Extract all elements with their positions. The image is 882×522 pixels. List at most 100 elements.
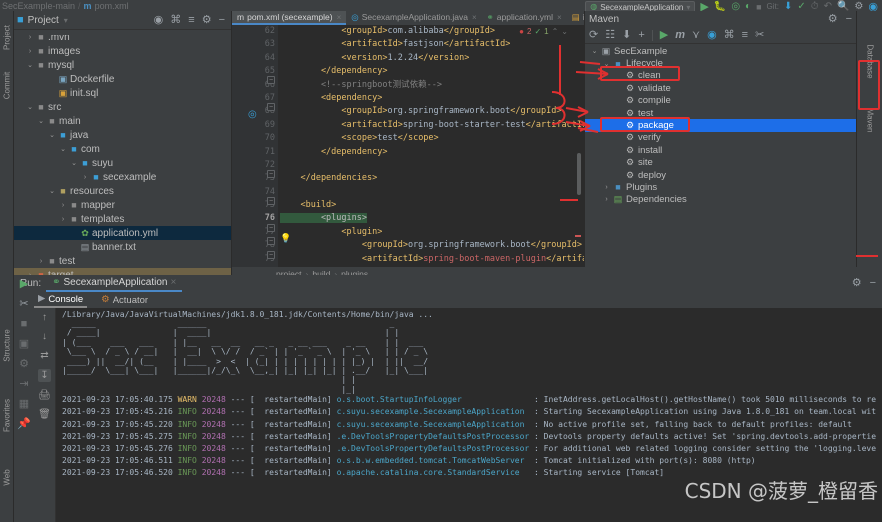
locate-icon[interactable]: ◉ [154,14,164,26]
maven-tree-item-validate[interactable]: ⚙ validate [585,82,856,94]
code-line[interactable]: <scope>test</scope> [278,132,584,145]
add-icon[interactable]: + [638,30,644,41]
wrench-icon[interactable]: ✂ [19,299,28,310]
code-line[interactable]: <build> [278,199,584,212]
maven-tree-item-secexample[interactable]: ⌄ ▣ SecExample [585,45,856,57]
close-icon[interactable]: × [557,13,562,22]
fold-marker[interactable]: − [267,237,275,245]
hide-icon[interactable]: − [846,14,852,25]
print-icon[interactable]: 🖨 [38,390,51,401]
chevron-right-icon[interactable]: › [25,48,35,55]
chevron-down-icon[interactable]: ⌄ [36,117,46,125]
code-line[interactable]: <plugins> [278,212,584,225]
code-line[interactable]: <version>1.2.24</version> [278,52,584,65]
sidebar-tab-project[interactable]: Project [3,17,12,59]
download-sources-icon[interactable]: ⬇ [622,30,631,41]
tab-actuator[interactable]: ⚙ Actuator [97,292,152,308]
project-tree-item-suyu[interactable]: ⌄ ■ suyu [14,156,231,170]
exit-icon[interactable]: ⇥ [19,379,28,390]
editor-tab-application-yml[interactable]: ⚭ application.yml × [482,11,567,25]
toggle-skip-tests-icon[interactable]: ⋎ [692,30,700,41]
project-tree-item-images[interactable]: › ■ images [14,44,231,58]
next-problem-icon[interactable]: ⌄ [561,27,568,36]
run-icon[interactable]: ▶ [660,30,668,41]
code-line[interactable]: <dependency> [278,92,584,105]
scroll-to-end-icon[interactable]: ↧ [38,369,51,382]
sidebar-tab-web[interactable]: Web [3,457,12,499]
chevron-right-icon[interactable]: › [80,174,90,181]
chevron-down-icon[interactable]: ⌄ [25,103,35,111]
chevron-down-icon[interactable]: ▾ [64,16,68,25]
run-icon[interactable]: ▶ [20,279,28,290]
maven-tree-item-deploy[interactable]: ⚙ deploy [585,169,856,181]
soft-wrap-icon[interactable]: ⇄ [40,350,48,361]
chevron-right-icon[interactable]: › [58,202,68,209]
run-tab-secexample-application[interactable]: ⚭ SecexampleApplication × [46,275,183,292]
maven-tree-item-install[interactable]: ⚙ install [585,144,856,156]
maven-tree-item-dependencies[interactable]: › ▤ Dependencies [585,194,856,206]
project-tree-item-mapper[interactable]: › ■ mapper [14,198,231,212]
fold-marker[interactable]: − [267,76,275,84]
sidebar-tab-favorites[interactable]: Favorites [3,395,12,437]
fold-marker[interactable]: − [267,103,275,111]
hide-icon[interactable]: − [219,14,225,26]
fold-marker[interactable]: − [267,251,275,259]
project-tree-item-com[interactable]: ⌄ ■ com [14,142,231,156]
maven-tree-item-plugins[interactable]: › ■ Plugins [585,181,856,193]
hide-icon[interactable]: − [870,278,876,289]
collapse-all-icon[interactable]: ≡ [742,30,748,41]
chevron-down-icon[interactable]: ⌄ [47,187,57,195]
settings-icon[interactable]: ⚙ [852,278,862,289]
project-tree-item-src[interactable]: ⌄ ■ src [14,100,231,114]
project-tree-item-dockerfile[interactable]: ▣ Dockerfile [14,72,231,86]
code-line[interactable]: <artifactId>spring-boot-maven-plugin</ar… [278,253,584,266]
close-icon[interactable]: × [337,13,342,22]
project-tree-item-secexample[interactable]: › ■ secexample [14,170,231,184]
dump-icon[interactable]: ⚙ [19,359,29,370]
close-icon[interactable]: × [472,13,477,22]
add-module-icon[interactable]: ☷ [605,30,615,41]
code-line[interactable]: </dependency> [278,146,584,159]
chevron-down-icon[interactable]: ⌄ [25,61,35,69]
maven-goal-icon[interactable]: m [675,30,685,41]
tab-console[interactable]: ▶ Console [34,292,88,308]
code-line[interactable] [278,159,584,172]
fold-marker[interactable]: − [267,170,275,178]
chevron-down-icon[interactable]: ⌄ [589,47,600,55]
expand-all-icon[interactable]: ⌘ [724,30,735,41]
project-tree-item-banner-txt[interactable]: ▤ banner.txt [14,240,231,254]
code-editor[interactable]: 626364656667686970717273747576777879 − −… [232,25,584,267]
project-tree[interactable]: › ■ .mvn › ■ images ⌄ ■ mysql ▣ Dockerfile ▣ init.sq… [14,30,231,275]
error-stripe-mark[interactable] [575,235,581,237]
project-tree-item-init-sql[interactable]: ▣ init.sql [14,86,231,100]
maven-tree-item-compile[interactable]: ⚙ compile [585,95,856,107]
maven-tree-item-site[interactable]: ⚙ site [585,157,856,169]
editor-tab-secexample-application[interactable]: ◎ SecexampleApplication.java × [346,11,481,25]
code-line[interactable]: <groupId>org.springframework.boot</group… [278,239,584,252]
reload-icon[interactable]: ⟳ [589,30,598,41]
maven-tree-item-verify[interactable]: ⚙ verify [585,132,856,144]
code-line[interactable]: </dependency> [278,65,584,78]
chevron-right-icon[interactable]: › [601,196,612,203]
scroll-down-icon[interactable]: ↓ [42,331,47,342]
project-tree-item-resources[interactable]: ⌄ ■ resources [14,184,231,198]
fold-marker[interactable]: − [267,224,275,232]
code-line[interactable]: <artifactId>spring-boot-starter-test</ar… [278,119,584,132]
close-icon[interactable]: × [170,277,176,288]
project-tree-item-test[interactable]: › ■ test [14,254,231,268]
code-line[interactable]: <groupId>org.springframework.boot</group… [278,105,584,118]
sidebar-tab-structure[interactable]: Structure [3,325,12,367]
code-line[interactable]: <!--springboot测试依赖--> [278,79,584,92]
prev-problem-icon[interactable]: ⌃ [552,27,559,36]
project-tree-item-main[interactable]: ⌄ ■ main [14,114,231,128]
chevron-right-icon[interactable]: › [58,216,68,223]
code-line[interactable]: </dependencies> [278,172,584,185]
code-area[interactable]: <groupId>com.alibaba</groupId> <artifact… [278,25,584,267]
scroll-up-icon[interactable]: ↑ [42,312,47,323]
fold-marker[interactable]: − [267,197,275,205]
editor-tab-init-sql[interactable]: ▤ init.s ▾ [567,11,584,25]
chevron-right-icon[interactable]: › [36,258,46,265]
sidebar-tab-commit[interactable]: Commit [3,65,12,107]
clear-all-icon[interactable]: 🗑 [38,409,51,420]
inspection-widget[interactable]: ● 2 ✓ 1 ⌃ ⌄ [519,27,568,36]
